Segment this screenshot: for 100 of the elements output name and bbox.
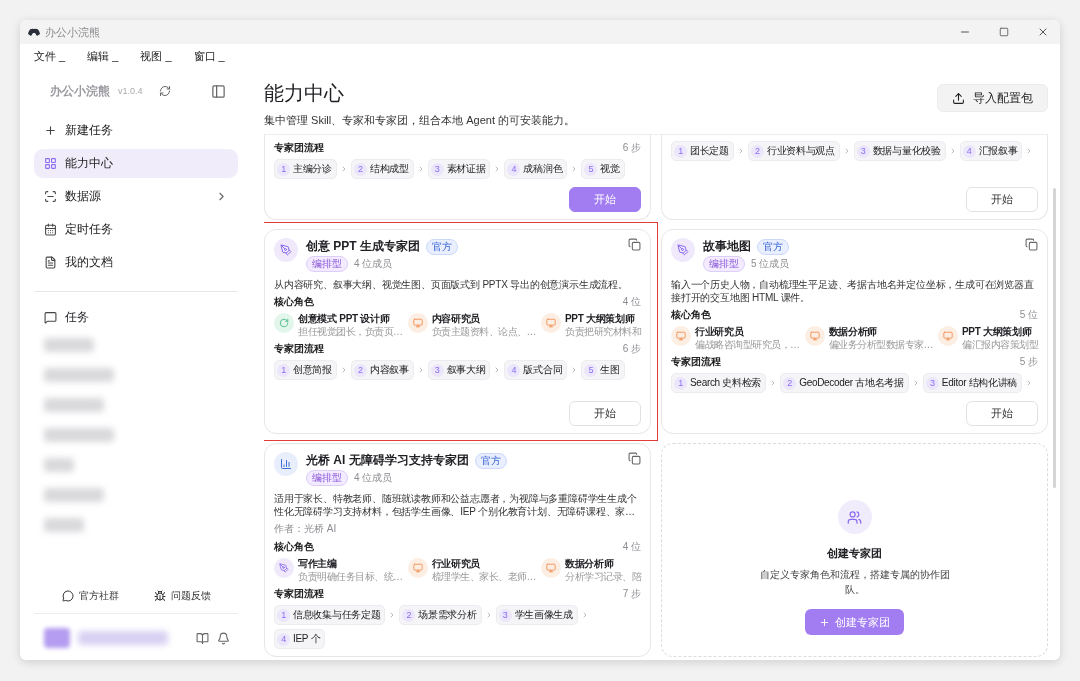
nav-item[interactable]: 定时任务 bbox=[34, 215, 238, 244]
step-number: 3 bbox=[430, 363, 444, 377]
copy-button[interactable] bbox=[628, 238, 641, 251]
window-title: 办公小浣熊 bbox=[45, 24, 101, 40]
nav-item[interactable]: 新建任务 bbox=[34, 116, 238, 145]
step-label: IEP 个 bbox=[293, 632, 321, 646]
scrollbar-thumb[interactable] bbox=[1053, 188, 1056, 488]
step-label: 团长定题 bbox=[690, 144, 729, 158]
page-subtitle: 集中管理 Skill、专家和专家团，组合本地 Agent 的可安装能力。 bbox=[264, 113, 576, 128]
footer-link[interactable]: 官方社群 bbox=[61, 589, 119, 603]
step-label: Search 史料检索 bbox=[690, 376, 762, 390]
step-label: 数据与量化校验 bbox=[872, 144, 941, 158]
step-count: 6 步 bbox=[622, 141, 641, 155]
role-name: 行业研究员 bbox=[431, 558, 481, 571]
copy-icon bbox=[1025, 238, 1038, 251]
role-count: 4 位 bbox=[622, 540, 641, 554]
notification-button[interactable] bbox=[217, 631, 230, 645]
step-label: 主编分诊 bbox=[293, 162, 332, 176]
step-number: 4 bbox=[962, 144, 976, 158]
role-description: 偏汇报内容策划型 bbox=[962, 338, 1038, 351]
type-tag: 编排型 bbox=[306, 470, 348, 486]
menu-item[interactable]: 窗口 _ bbox=[193, 48, 225, 64]
step-number: 3 bbox=[925, 376, 939, 390]
start-button[interactable]: 开始 bbox=[966, 187, 1038, 212]
footer-link[interactable]: 问题反馈 bbox=[153, 589, 211, 603]
scan-icon bbox=[44, 190, 57, 203]
step-number: 3 bbox=[856, 144, 870, 158]
role-name: PPT 大纲策划师 bbox=[962, 326, 1033, 339]
chat-icon bbox=[44, 310, 57, 324]
pen-icon bbox=[671, 238, 695, 262]
menu-item[interactable]: 编辑 _ bbox=[87, 48, 119, 64]
card-description: 输入一个历史人物，自动梳理生平足迹、考据古地名并定位坐标，生成可在浏览器直接打开的交互地图 HTML 课件。 bbox=[671, 278, 1035, 304]
step-label: 叙事大纲 bbox=[446, 363, 486, 377]
plus-icon bbox=[44, 124, 57, 137]
step-label: 学生画像生成 bbox=[514, 608, 573, 622]
card-title: 光桥 AI 无障碍学习支持专家团 bbox=[306, 452, 469, 469]
refresh-button[interactable] bbox=[158, 85, 171, 97]
section-title: 任务 bbox=[65, 308, 89, 326]
nav-item[interactable]: 数据源 bbox=[34, 182, 238, 211]
book-button[interactable] bbox=[196, 631, 209, 645]
step-label: 内容叙事 bbox=[369, 363, 409, 377]
official-badge: 官方 bbox=[426, 238, 458, 255]
chat-icon bbox=[61, 590, 74, 602]
step-label: 创意简报 bbox=[293, 363, 332, 377]
step-number: 1 bbox=[277, 608, 290, 622]
monitor-icon bbox=[541, 558, 561, 578]
step-count: 5 步 bbox=[1019, 355, 1038, 369]
copy-button[interactable] bbox=[628, 452, 641, 465]
step-number: 2 bbox=[353, 363, 367, 377]
role-description: 偏战略咨询型研究员，… bbox=[695, 338, 800, 351]
role-name: 写作主编 bbox=[298, 558, 338, 571]
section-label: 核心角色 bbox=[274, 540, 314, 554]
step-count: 7 步 bbox=[622, 587, 641, 601]
nav-item[interactable]: 能力中心 bbox=[34, 149, 238, 178]
step-number: 5 bbox=[584, 363, 598, 377]
role-name: 数据分析师 bbox=[565, 558, 615, 571]
card-description: 适用于家长、特教老师、随班就读教师和公益志愿者，为视障与多重障碍学生生成个性化无障碍学习支持材料，包括学生画像、IEP 个别化教育计划、无障碍课程、家… bbox=[274, 492, 638, 518]
step-label: 成稿润色 bbox=[523, 162, 563, 176]
document-icon bbox=[44, 256, 57, 269]
start-button[interactable]: 开始 bbox=[569, 401, 641, 426]
step-number: 1 bbox=[277, 363, 290, 377]
start-button[interactable]: 开始 bbox=[966, 401, 1038, 426]
role-description: 偏业务分析型数据专家… bbox=[828, 338, 933, 351]
book-icon bbox=[196, 631, 209, 645]
sidebar-toggle-button[interactable] bbox=[211, 83, 226, 99]
app-name: 办公小浣熊 bbox=[50, 82, 110, 100]
section-label: 专家团流程 bbox=[274, 141, 324, 155]
step-number: 1 bbox=[277, 162, 290, 176]
menu-item[interactable]: 文件 _ bbox=[34, 48, 66, 64]
step-label: 信息收集与任务定题 bbox=[293, 608, 381, 622]
step-number: 4 bbox=[507, 162, 521, 176]
nav-item[interactable]: 我的文档 bbox=[34, 248, 238, 277]
type-tag: 编排型 bbox=[306, 256, 348, 272]
section-label: 专家团流程 bbox=[274, 342, 324, 356]
card-description: 从内容研究、叙事大纲、视觉生图、页面版式到 PPTX 导出的创意演示生成流程。 bbox=[274, 278, 629, 291]
menu-item[interactable]: 视图 _ bbox=[140, 48, 172, 64]
maximize-icon bbox=[999, 27, 1009, 37]
users-icon bbox=[837, 500, 872, 534]
sidebar-icon bbox=[211, 83, 226, 99]
step-number: 2 bbox=[783, 376, 797, 390]
role-count: 4 位 bbox=[622, 295, 641, 309]
pen-icon bbox=[274, 238, 298, 262]
import-button[interactable]: 导入配置包 bbox=[937, 84, 1048, 112]
role-description: 负责主题资料、论点、… bbox=[431, 325, 536, 338]
step-label: 视觉 bbox=[600, 162, 620, 176]
member-count: 4 位成员 bbox=[354, 257, 393, 271]
page-title: 能力中心 bbox=[264, 81, 345, 106]
pen-icon bbox=[274, 558, 294, 578]
refresh-icon bbox=[158, 85, 171, 97]
step-number: 3 bbox=[498, 608, 512, 622]
redacted-task-item bbox=[44, 488, 104, 502]
role-name: 内容研究员 bbox=[431, 313, 481, 326]
copy-button[interactable] bbox=[1025, 238, 1038, 251]
author-text: 作者：光桥 AI bbox=[274, 522, 338, 536]
rotate-icon bbox=[274, 313, 294, 333]
step-label: 素材证据 bbox=[446, 162, 486, 176]
grid-icon bbox=[44, 157, 57, 170]
role-description: 负责把研究材料和 bbox=[565, 325, 641, 338]
copy-icon bbox=[628, 238, 641, 251]
calendar-icon bbox=[44, 223, 57, 236]
